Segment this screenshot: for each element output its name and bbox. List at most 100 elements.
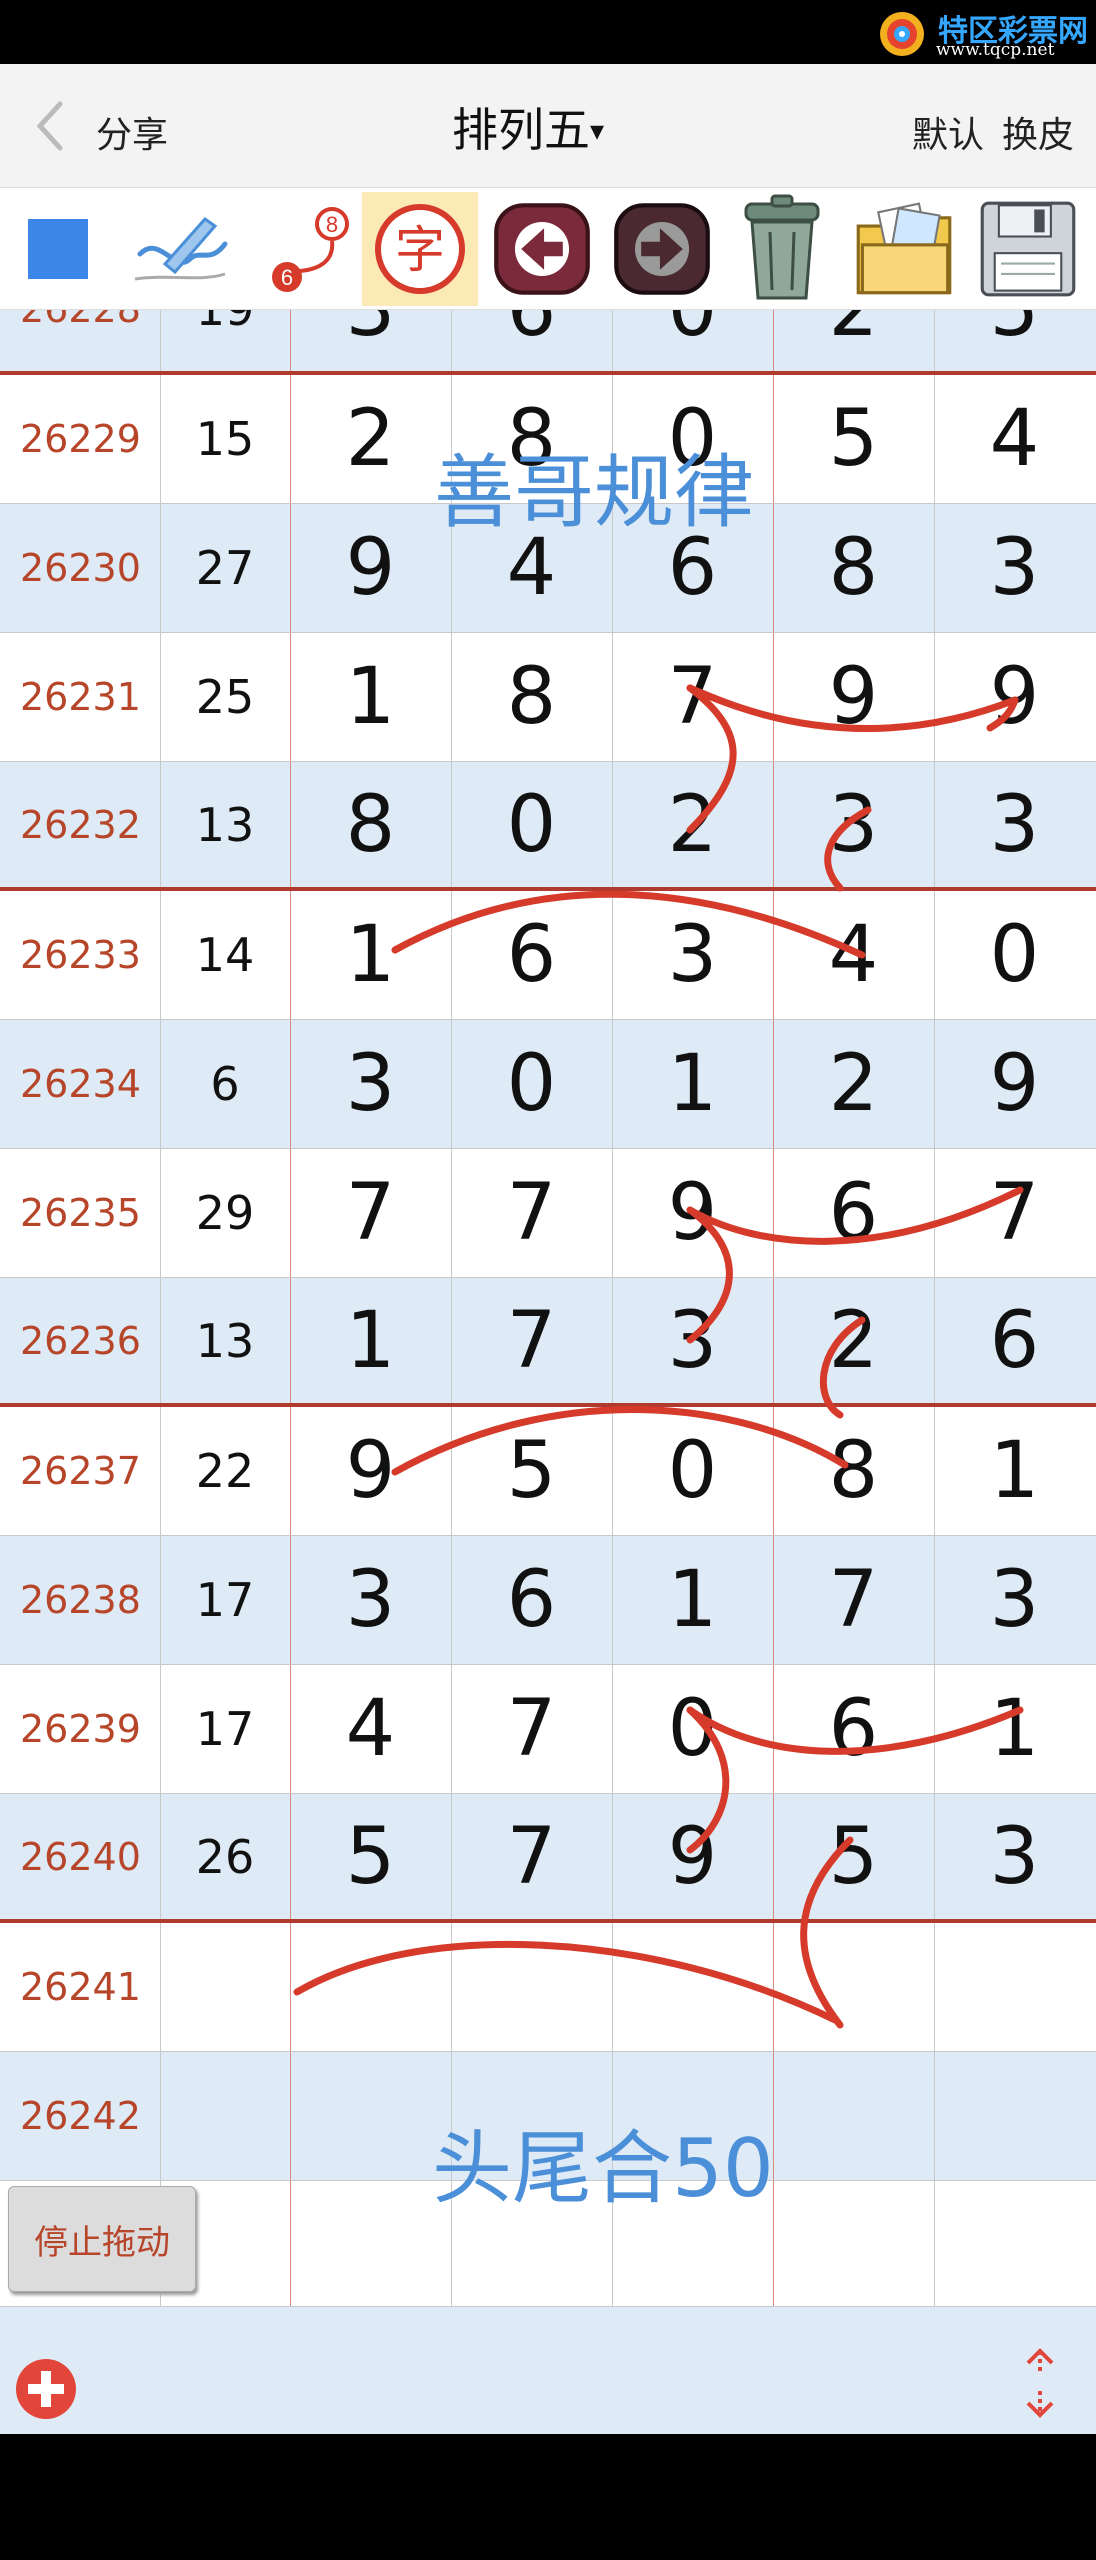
- default-button[interactable]: 默认: [912, 106, 984, 158]
- trash-icon[interactable]: [724, 192, 840, 306]
- digit-cell-4[interactable]: 3: [773, 762, 934, 887]
- digit-cell-4[interactable]: [773, 2052, 934, 2180]
- digit-cell-2[interactable]: 0: [451, 762, 612, 887]
- digit-cell-4[interactable]: 5: [773, 1794, 934, 1919]
- digit-cell-1[interactable]: 7: [290, 1149, 451, 1277]
- digit-cell-5[interactable]: [934, 1923, 1095, 2051]
- digit-cell-1[interactable]: 9: [290, 1407, 451, 1535]
- table-row: 262281936025: [0, 310, 1096, 375]
- digit-cell-5[interactable]: 1: [934, 1407, 1095, 1535]
- digit-cell-5[interactable]: 9: [934, 1020, 1095, 1148]
- digit-cell-3[interactable]: 0: [612, 375, 773, 503]
- digit-cell-1[interactable]: 2: [290, 375, 451, 503]
- digit-cell-3[interactable]: 2: [612, 762, 773, 887]
- image-icon[interactable]: [846, 192, 962, 306]
- digit-cell-5[interactable]: [934, 2052, 1095, 2180]
- undo-arrow-icon[interactable]: [484, 192, 600, 306]
- digit-cell-5[interactable]: 3: [934, 762, 1095, 887]
- digit-cell-3[interactable]: 9: [612, 1149, 773, 1277]
- change-skin-button[interactable]: 换皮: [1002, 106, 1074, 158]
- digit-cell-1[interactable]: 3: [290, 310, 451, 371]
- digit-cell-5[interactable]: 4: [934, 375, 1095, 503]
- digit-cell-2[interactable]: 6: [451, 891, 612, 1019]
- digit-cell-2[interactable]: 7: [451, 1149, 612, 1277]
- digit-cell-1[interactable]: 9: [290, 504, 451, 632]
- digit-cell-5[interactable]: 3: [934, 504, 1095, 632]
- digit-cell-2[interactable]: [451, 2181, 612, 2306]
- digit-cell-4[interactable]: 5: [773, 375, 934, 503]
- lottery-type-dropdown[interactable]: 排列五▾: [452, 94, 604, 157]
- digit-cell-4[interactable]: 7: [773, 1536, 934, 1664]
- digit-cell-1[interactable]: [290, 2181, 451, 2306]
- digit-cell-4[interactable]: 2: [773, 1020, 934, 1148]
- point-connect-icon[interactable]: 8 6: [244, 192, 360, 306]
- digit-cell-3[interactable]: 0: [612, 310, 773, 371]
- digit-cell-3[interactable]: 1: [612, 1020, 773, 1148]
- digit-cell-2[interactable]: 6: [451, 1536, 612, 1664]
- digit-cell-4[interactable]: 6: [773, 1149, 934, 1277]
- stop-drag-button[interactable]: 停止拖动: [8, 2186, 196, 2292]
- digit-cell-5[interactable]: 5: [934, 310, 1095, 371]
- digit-cell-3[interactable]: 3: [612, 891, 773, 1019]
- digit-cell-5[interactable]: 1: [934, 1665, 1095, 1793]
- digit-cell-3[interactable]: [612, 2052, 773, 2180]
- digit-cell-4[interactable]: 8: [773, 1407, 934, 1535]
- digit-cell-5[interactable]: 7: [934, 1149, 1095, 1277]
- digit-cell-4[interactable]: [773, 2181, 934, 2306]
- digit-cell-2[interactable]: [451, 2052, 612, 2180]
- save-icon[interactable]: [970, 192, 1086, 306]
- digit-cell-5[interactable]: [934, 2181, 1095, 2306]
- digit-cell-3[interactable]: 0: [612, 1407, 773, 1535]
- digit-cell-2[interactable]: 6: [451, 310, 612, 371]
- digit-cell-3[interactable]: 9: [612, 1794, 773, 1919]
- digit-cell-3[interactable]: 1: [612, 1536, 773, 1664]
- blue-square-icon[interactable]: [0, 192, 116, 306]
- digit-cell-3[interactable]: 0: [612, 1665, 773, 1793]
- digit-cell-1[interactable]: 5: [290, 1794, 451, 1919]
- digit-cell-5[interactable]: 3: [934, 1536, 1095, 1664]
- digit-cell-3[interactable]: [612, 2181, 773, 2306]
- digit-cell-1[interactable]: [290, 2052, 451, 2180]
- digit-cell-1[interactable]: 1: [290, 891, 451, 1019]
- text-icon[interactable]: 字: [362, 192, 478, 306]
- add-circle-icon[interactable]: [14, 2357, 78, 2421]
- digit-cell-4[interactable]: 2: [773, 310, 934, 371]
- digit-cell-1[interactable]: 4: [290, 1665, 451, 1793]
- digit-cell-2[interactable]: 8: [451, 633, 612, 761]
- digit-cell-4[interactable]: 4: [773, 891, 934, 1019]
- digit-cell-2[interactable]: 7: [451, 1665, 612, 1793]
- digit-cell-2[interactable]: 7: [451, 1278, 612, 1403]
- redo-arrow-icon[interactable]: [604, 192, 720, 306]
- reorder-arrows-icon[interactable]: [1014, 2347, 1066, 2419]
- digit-cell-2[interactable]: 5: [451, 1407, 612, 1535]
- digit-cell-4[interactable]: 6: [773, 1665, 934, 1793]
- digit-cell-5[interactable]: 9: [934, 633, 1095, 761]
- digit-cell-1[interactable]: 1: [290, 633, 451, 761]
- digit-cell-4[interactable]: 9: [773, 633, 934, 761]
- digit-cell-1[interactable]: 3: [290, 1020, 451, 1148]
- digit-cell-2[interactable]: [451, 1923, 612, 2051]
- chevron-left-icon[interactable]: [30, 98, 70, 154]
- digit-cell-4[interactable]: [773, 1923, 934, 2051]
- digit-cell-4[interactable]: 2: [773, 1278, 934, 1403]
- digit-cell-3[interactable]: 7: [612, 633, 773, 761]
- digit-cell-3[interactable]: 6: [612, 504, 773, 632]
- digit-cell-3[interactable]: [612, 1923, 773, 2051]
- digit-cell-1[interactable]: 1: [290, 1278, 451, 1403]
- column-divider: [612, 1536, 613, 1664]
- digit-cell-1[interactable]: 8: [290, 762, 451, 887]
- digit-cell-2[interactable]: 4: [451, 504, 612, 632]
- digit-cell-2[interactable]: 0: [451, 1020, 612, 1148]
- digit-cell-5[interactable]: 0: [934, 891, 1095, 1019]
- digit-cell-2[interactable]: 8: [451, 375, 612, 503]
- digit-cell-1[interactable]: [290, 1923, 451, 2051]
- digit-cell-4[interactable]: 8: [773, 504, 934, 632]
- digit-cell-3[interactable]: 3: [612, 1278, 773, 1403]
- share-button[interactable]: 分享: [96, 106, 168, 158]
- digit-cell-5[interactable]: 3: [934, 1794, 1095, 1919]
- digit-cell-2[interactable]: 7: [451, 1794, 612, 1919]
- signature-pen-icon[interactable]: [122, 192, 238, 306]
- digit-cell-1[interactable]: 3: [290, 1536, 451, 1664]
- draw-table[interactable]: 2622819360252622915280542623027946832623…: [0, 310, 1096, 2306]
- digit-cell-5[interactable]: 6: [934, 1278, 1095, 1403]
